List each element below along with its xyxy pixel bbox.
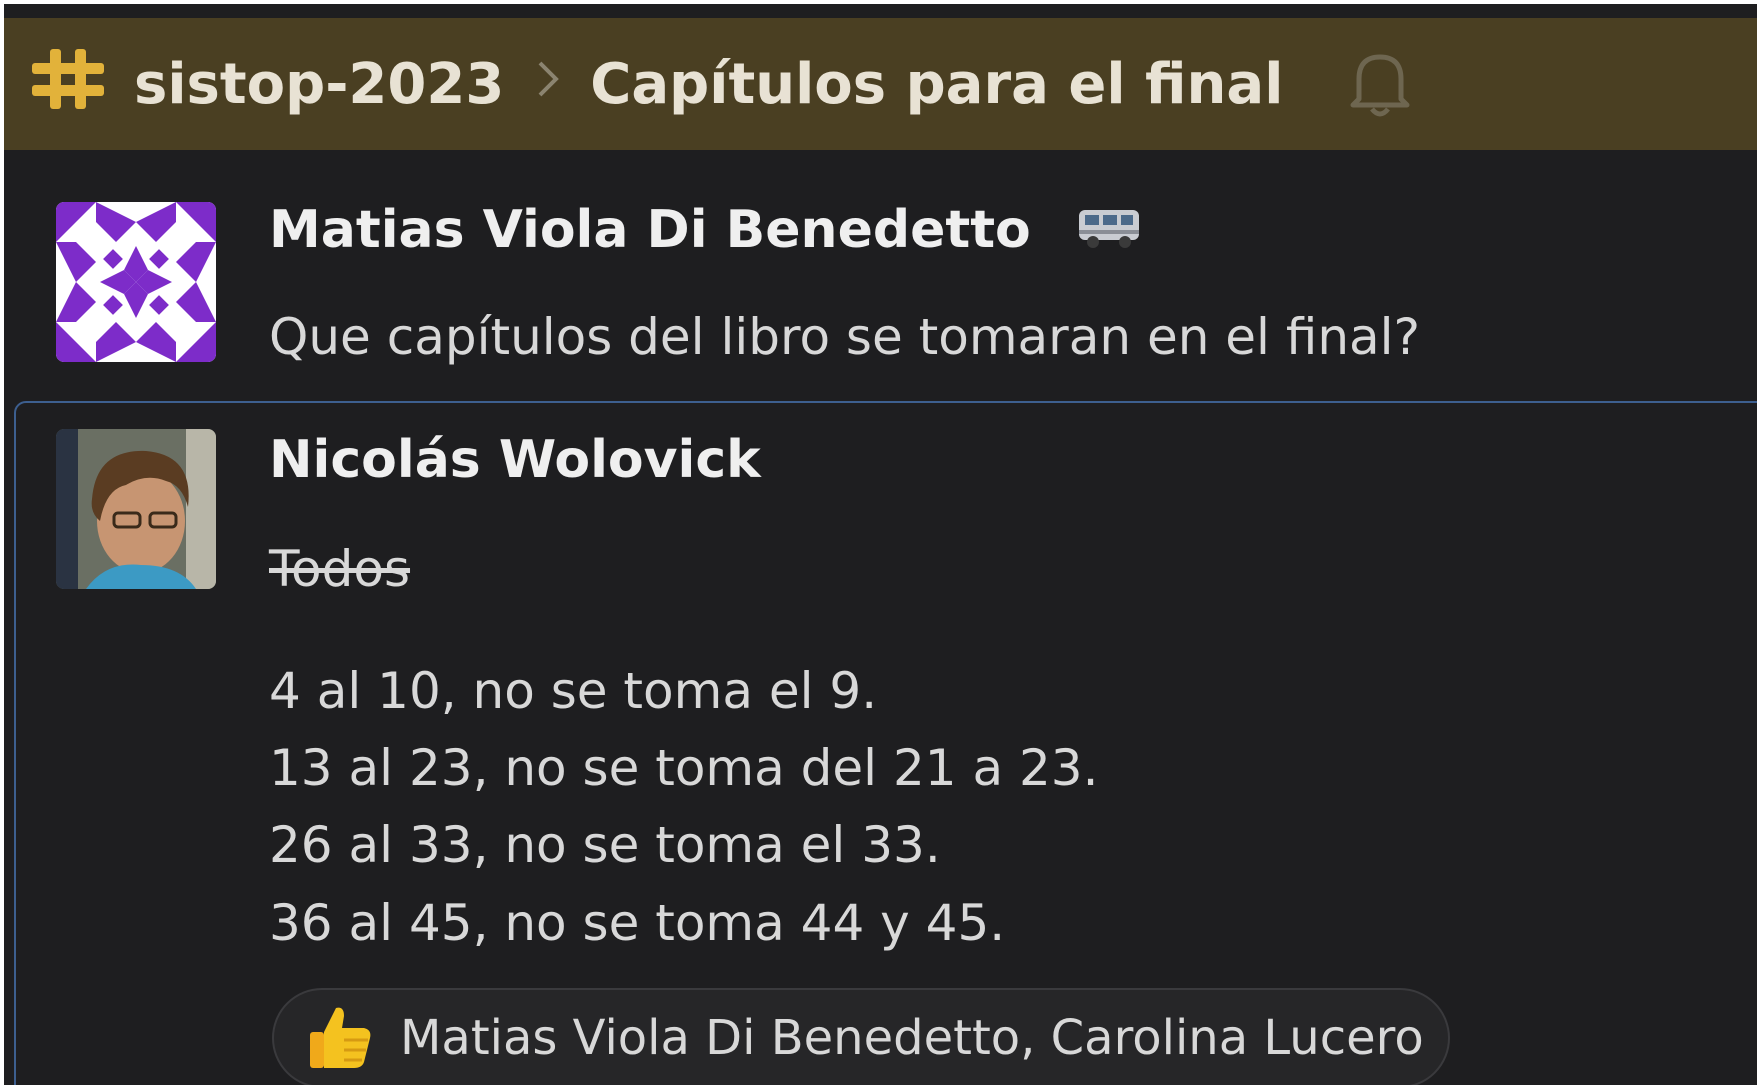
chevron-right-icon <box>536 59 560 110</box>
thread-title: Capítulos para el final <box>590 51 1284 117</box>
hash-icon <box>30 47 112 122</box>
thumbs-up-icon <box>304 1000 376 1076</box>
identicon-avatar[interactable] <box>56 202 216 362</box>
message-author[interactable]: Matias Viola Di Benedetto <box>269 200 1143 263</box>
message-text-line: 36 al 45, no se toma 44 y 45. <box>269 894 1006 952</box>
chat-window: sistop-2023 Capítulos para el final Mati… <box>4 4 1757 1085</box>
bell-icon[interactable] <box>1347 49 1413 119</box>
reaction-users: Matias Viola Di Benedetto, Carolina Luce… <box>400 1010 1424 1066</box>
message-text: Que capítulos del libro se tomaran en el… <box>269 308 1421 366</box>
bus-icon <box>1075 203 1143 263</box>
message-text-line: 4 al 10, no se toma el 9. <box>269 662 878 720</box>
message-text-line: 26 al 33, no se toma el 33. <box>269 816 941 874</box>
message-text-line: 13 al 23, no se toma del 21 a 23. <box>269 739 1099 797</box>
strikethrough-text: Todos <box>269 540 411 598</box>
photo-avatar[interactable] <box>56 429 216 589</box>
reaction-pill[interactable]: Matias Viola Di Benedetto, Carolina Luce… <box>272 988 1450 1085</box>
channel-name[interactable]: sistop-2023 <box>134 52 504 117</box>
thread-header: sistop-2023 Capítulos para el final <box>4 18 1757 150</box>
message-author[interactable]: Nicolás Wolovick <box>269 430 761 490</box>
